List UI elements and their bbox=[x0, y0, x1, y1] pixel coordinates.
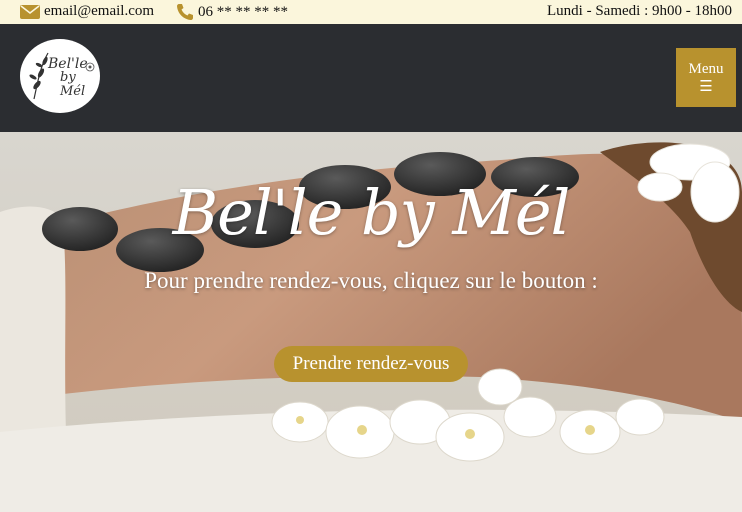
book-appointment-button[interactable]: Prendre rendez-vous bbox=[274, 346, 468, 382]
hero-banner: Bel'le by Mél Pour prendre rendez-vous, … bbox=[0, 132, 742, 512]
site-header: Bel'le by Mél Menu ☰ bbox=[0, 24, 742, 132]
email-text[interactable]: email@email.com bbox=[44, 3, 154, 20]
hamburger-icon: ☰ bbox=[699, 79, 713, 95]
phone-icon bbox=[177, 4, 193, 20]
site-logo[interactable]: Bel'le by Mél bbox=[20, 39, 100, 113]
menu-label: Menu bbox=[688, 61, 724, 77]
hero-title: Bel'le by Mél bbox=[172, 176, 571, 249]
email-contact[interactable]: email@email.com bbox=[20, 3, 154, 20]
menu-button[interactable]: Menu ☰ bbox=[676, 48, 736, 107]
phone-text[interactable]: 06 ** ** ** ** bbox=[198, 4, 288, 21]
top-info-bar: email@email.com 06 ** ** ** ** Lundi - S… bbox=[0, 0, 742, 24]
phone-contact[interactable]: 06 ** ** ** ** bbox=[176, 3, 288, 21]
envelope-icon bbox=[20, 4, 40, 19]
opening-hours: Lundi - Samedi : 9h00 - 18h00 bbox=[547, 3, 732, 19]
hero-subtitle: Pour prendre rendez-vous, cliquez sur le… bbox=[144, 268, 598, 293]
logo-text-line2: by Mél bbox=[60, 70, 86, 99]
